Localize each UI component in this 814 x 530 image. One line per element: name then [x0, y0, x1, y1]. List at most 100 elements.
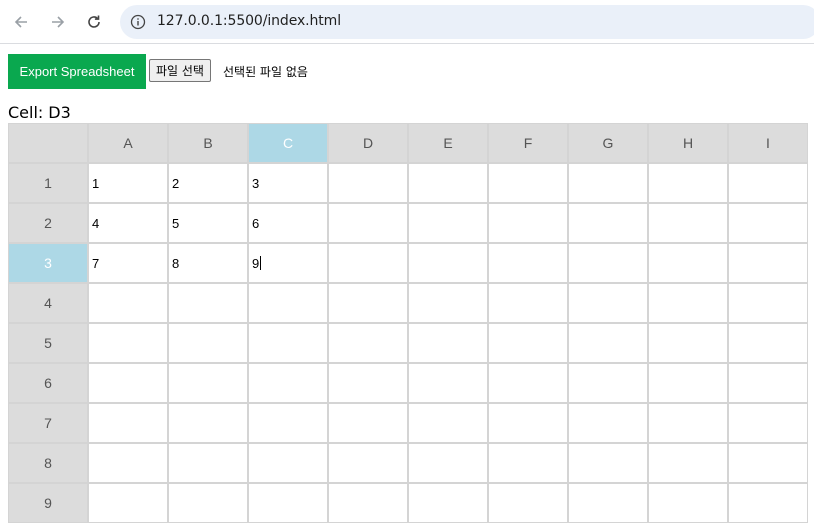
cell-i7[interactable] [728, 403, 808, 443]
column-header-e[interactable]: E [408, 123, 488, 163]
cell-i5[interactable] [728, 323, 808, 363]
cell-b9[interactable] [168, 483, 248, 523]
row-header-9[interactable]: 9 [8, 483, 88, 523]
cell-h4[interactable] [648, 283, 728, 323]
cell-h3[interactable] [648, 243, 728, 283]
cell-f6[interactable] [488, 363, 568, 403]
cell-g2[interactable] [568, 203, 648, 243]
cell-f2[interactable] [488, 203, 568, 243]
row-header-4[interactable]: 4 [8, 283, 88, 323]
cell-d3[interactable] [328, 243, 408, 283]
cell-e5[interactable] [408, 323, 488, 363]
cell-i1[interactable] [728, 163, 808, 203]
cell-e3[interactable] [408, 243, 488, 283]
row-header-6[interactable]: 6 [8, 363, 88, 403]
cell-c2[interactable]: 6 [248, 203, 328, 243]
cell-d6[interactable] [328, 363, 408, 403]
cell-a7[interactable] [88, 403, 168, 443]
column-header-i[interactable]: I [728, 123, 808, 163]
cell-g1[interactable] [568, 163, 648, 203]
row-header-5[interactable]: 5 [8, 323, 88, 363]
cell-i6[interactable] [728, 363, 808, 403]
cell-a2[interactable]: 4 [88, 203, 168, 243]
cell-e2[interactable] [408, 203, 488, 243]
cell-i8[interactable] [728, 443, 808, 483]
cell-h2[interactable] [648, 203, 728, 243]
cell-i3[interactable] [728, 243, 808, 283]
cell-e1[interactable] [408, 163, 488, 203]
cell-d4[interactable] [328, 283, 408, 323]
column-header-h[interactable]: H [648, 123, 728, 163]
cell-f9[interactable] [488, 483, 568, 523]
cell-d7[interactable] [328, 403, 408, 443]
cell-b1[interactable]: 2 [168, 163, 248, 203]
cell-e9[interactable] [408, 483, 488, 523]
cell-i2[interactable] [728, 203, 808, 243]
forward-button[interactable] [46, 10, 70, 34]
corner-header[interactable] [8, 123, 88, 163]
cell-d2[interactable] [328, 203, 408, 243]
row-header-2[interactable]: 2 [8, 203, 88, 243]
cell-c8[interactable] [248, 443, 328, 483]
cell-i4[interactable] [728, 283, 808, 323]
cell-c4[interactable] [248, 283, 328, 323]
cell-h1[interactable] [648, 163, 728, 203]
back-button[interactable] [9, 10, 33, 34]
cell-b6[interactable] [168, 363, 248, 403]
cell-a9[interactable] [88, 483, 168, 523]
cell-c6[interactable] [248, 363, 328, 403]
cell-h9[interactable] [648, 483, 728, 523]
cell-c5[interactable] [248, 323, 328, 363]
cell-e7[interactable] [408, 403, 488, 443]
cell-c7[interactable] [248, 403, 328, 443]
address-bar[interactable]: 127.0.0.1:5500/index.html [120, 5, 814, 39]
cell-f4[interactable] [488, 283, 568, 323]
cell-g8[interactable] [568, 443, 648, 483]
column-header-c[interactable]: C [248, 123, 328, 163]
cell-d9[interactable] [328, 483, 408, 523]
cell-b5[interactable] [168, 323, 248, 363]
cell-f5[interactable] [488, 323, 568, 363]
cell-i9[interactable] [728, 483, 808, 523]
cell-b7[interactable] [168, 403, 248, 443]
cell-a3[interactable]: 7 [88, 243, 168, 283]
row-header-1[interactable]: 1 [8, 163, 88, 203]
cell-c9[interactable] [248, 483, 328, 523]
cell-e8[interactable] [408, 443, 488, 483]
cell-f8[interactable] [488, 443, 568, 483]
column-header-b[interactable]: B [168, 123, 248, 163]
cell-d1[interactable] [328, 163, 408, 203]
cell-h8[interactable] [648, 443, 728, 483]
column-header-g[interactable]: G [568, 123, 648, 163]
cell-b8[interactable] [168, 443, 248, 483]
cell-a4[interactable] [88, 283, 168, 323]
cell-e6[interactable] [408, 363, 488, 403]
cell-a6[interactable] [88, 363, 168, 403]
cell-h5[interactable] [648, 323, 728, 363]
cell-g5[interactable] [568, 323, 648, 363]
column-header-f[interactable]: F [488, 123, 568, 163]
export-spreadsheet-button[interactable]: Export Spreadsheet [8, 54, 146, 89]
cell-b3[interactable]: 8 [168, 243, 248, 283]
cell-d5[interactable] [328, 323, 408, 363]
row-header-7[interactable]: 7 [8, 403, 88, 443]
cell-c3[interactable]: 9 [248, 243, 328, 283]
cell-b4[interactable] [168, 283, 248, 323]
column-header-a[interactable]: A [88, 123, 168, 163]
row-header-8[interactable]: 8 [8, 443, 88, 483]
cell-a5[interactable] [88, 323, 168, 363]
cell-h6[interactable] [648, 363, 728, 403]
cell-g3[interactable] [568, 243, 648, 283]
cell-f1[interactable] [488, 163, 568, 203]
cell-b2[interactable]: 5 [168, 203, 248, 243]
cell-g9[interactable] [568, 483, 648, 523]
cell-e4[interactable] [408, 283, 488, 323]
cell-g4[interactable] [568, 283, 648, 323]
cell-g7[interactable] [568, 403, 648, 443]
choose-file-button[interactable]: 파일 선택 [149, 59, 211, 82]
column-header-d[interactable]: D [328, 123, 408, 163]
cell-a1[interactable]: 1 [88, 163, 168, 203]
cell-f7[interactable] [488, 403, 568, 443]
cell-a8[interactable] [88, 443, 168, 483]
cell-h7[interactable] [648, 403, 728, 443]
